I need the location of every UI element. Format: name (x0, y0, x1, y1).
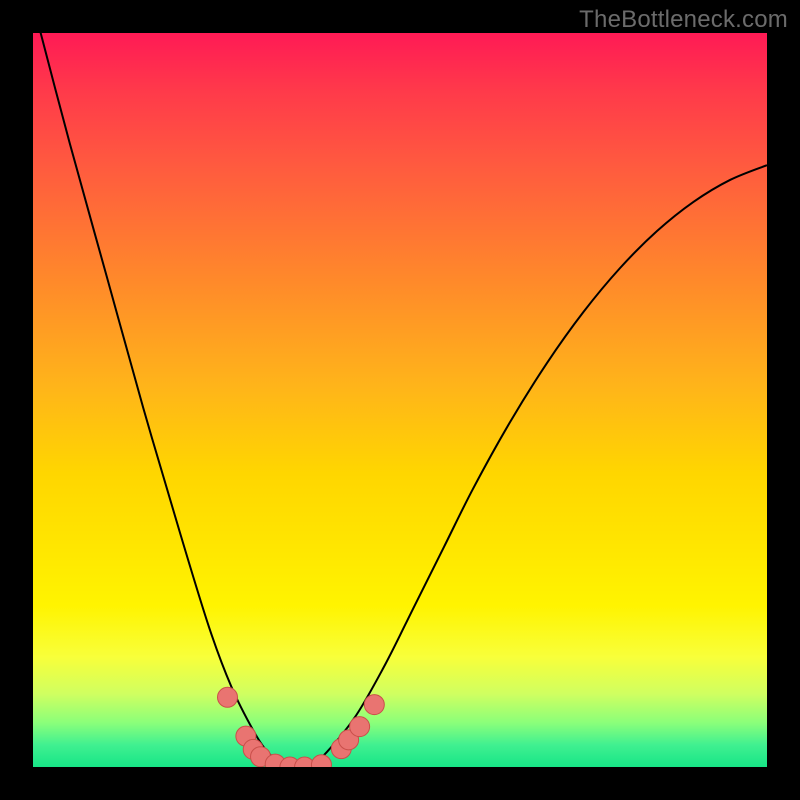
chart-frame: TheBottleneck.com (0, 0, 800, 800)
plot-area (33, 33, 767, 767)
data-marker (364, 695, 384, 715)
data-marker (311, 755, 331, 767)
data-marker (218, 687, 238, 707)
watermark-text: TheBottleneck.com (579, 6, 788, 34)
marker-group (218, 687, 385, 767)
curve-layer (33, 33, 767, 767)
bottleneck-curve (33, 33, 767, 767)
data-marker (350, 717, 370, 737)
